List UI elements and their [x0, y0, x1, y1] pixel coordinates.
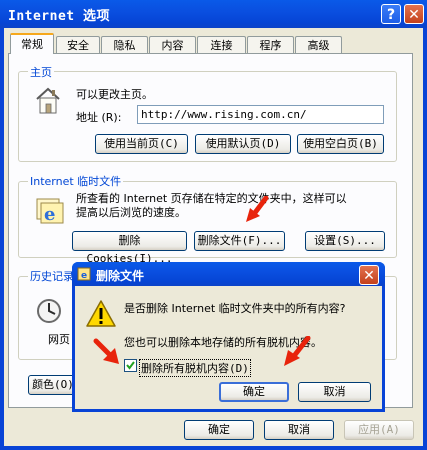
history-description: 网页: [48, 333, 70, 346]
help-button[interactable]: ?: [381, 4, 401, 24]
dialog-cancel-button[interactable]: 取消: [298, 382, 371, 402]
temp-files-group-title: Internet 临时文件: [28, 173, 124, 189]
homepage-group-title: 主页: [28, 64, 54, 80]
dialog-question: 是否删除 Internet 临时文件夹中的所有内容?: [124, 302, 346, 315]
svg-text:e: e: [44, 204, 55, 224]
dialog-app-icon: e: [77, 267, 91, 281]
dialog-ok-button[interactable]: 确定: [219, 382, 289, 402]
offline-content-checkbox[interactable]: [124, 359, 137, 372]
address-label: 地址 (R):: [76, 111, 122, 124]
history-clock-icon: [34, 296, 64, 326]
dialog-close-button[interactable]: ✕: [359, 265, 379, 285]
ie-files-icon: e: [34, 196, 64, 225]
window-title: Internet 选项: [8, 9, 110, 24]
homepage-address-input[interactable]: http://www.rising.com.cn/: [137, 105, 384, 124]
homepage-description: 可以更改主页。: [76, 88, 153, 101]
tab-privacy[interactable]: 隐私: [101, 36, 148, 53]
delete-files-button[interactable]: 删除文件(F)...: [194, 231, 285, 251]
red-arrow-ok-icon: [282, 335, 312, 368]
tab-security[interactable]: 安全: [56, 36, 100, 53]
close-button[interactable]: ✕: [404, 4, 424, 24]
use-current-page-button[interactable]: 使用当前页(C): [95, 134, 188, 154]
settings-button[interactable]: 设置(S)...: [305, 231, 385, 251]
tab-programs[interactable]: 程序: [247, 36, 294, 53]
tab-general[interactable]: 常规: [10, 33, 54, 54]
offline-content-label[interactable]: 删除所有脱机内容(D): [139, 359, 251, 377]
colors-button[interactable]: 颜色(O): [28, 375, 78, 395]
dialog-title: 删除文件: [96, 269, 145, 283]
tab-connections[interactable]: 连接: [197, 36, 246, 53]
svg-text:e: e: [81, 271, 87, 281]
home-icon: [34, 86, 62, 116]
history-group-title: 历史记录: [28, 268, 76, 284]
red-arrow-checkbox-icon: [92, 337, 122, 367]
warning-icon: [85, 299, 117, 329]
ok-button[interactable]: 确定: [184, 420, 254, 440]
use-default-page-button[interactable]: 使用默认页(D): [195, 134, 291, 154]
temp-files-description-line2: 提高以后浏览的速度。: [76, 206, 186, 219]
delete-cookies-button[interactable]: 删除 Cookies(I)...: [72, 231, 187, 265]
tab-content[interactable]: 内容: [149, 36, 196, 53]
apply-button[interactable]: 应用(A): [344, 420, 414, 440]
tab-advanced[interactable]: 高级: [295, 36, 342, 53]
use-blank-page-button[interactable]: 使用空白页(B): [297, 134, 384, 154]
cancel-button[interactable]: 取消: [264, 420, 334, 440]
red-arrow-delete-files-icon: [244, 195, 270, 226]
